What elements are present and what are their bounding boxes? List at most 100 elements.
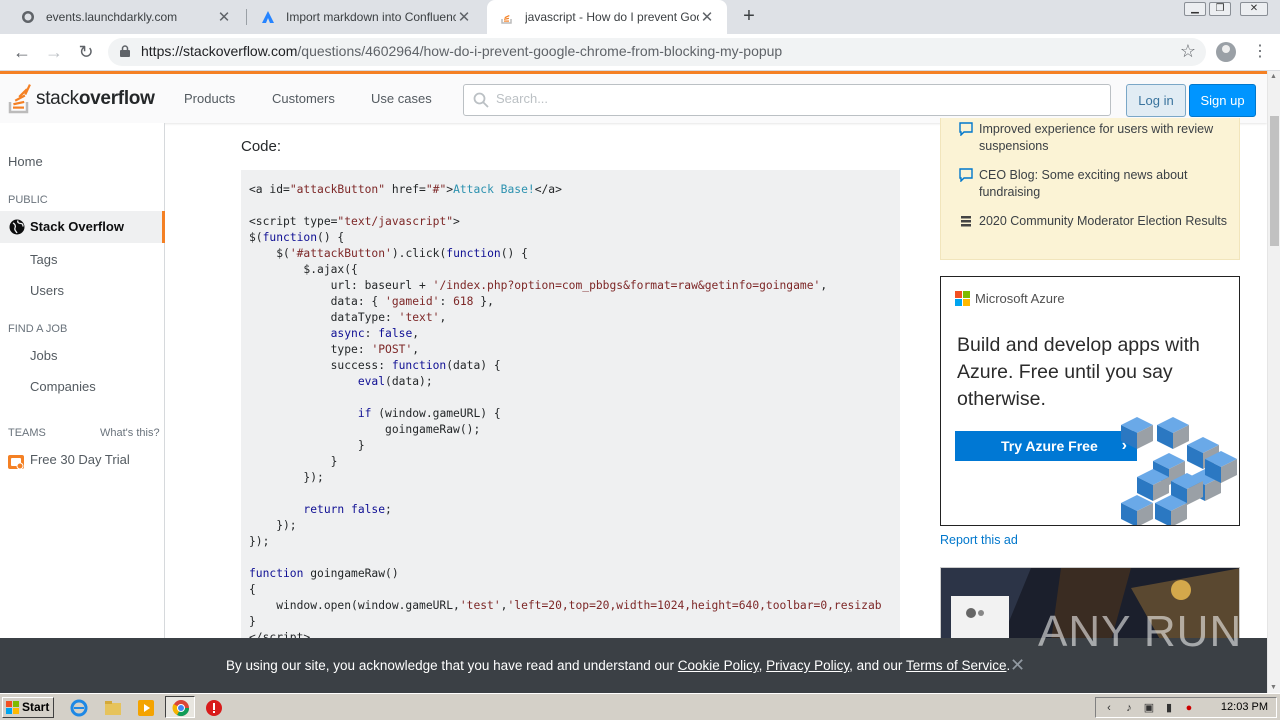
close-tab-icon[interactable]: ✕ <box>216 8 232 26</box>
url-text: https://stackoverflow.com/questions/4602… <box>141 43 782 59</box>
nav-use-cases[interactable]: Use cases <box>371 91 432 106</box>
browser-tab-launchdarkly[interactable]: events.launchdarkly.com ✕ <box>8 0 244 34</box>
media-player-icon[interactable] <box>137 699 155 717</box>
browser-tab-stackoverflow[interactable]: javascript - How do I prevent Googl ✕ <box>487 0 727 34</box>
so-logo[interactable]: stackoverflow <box>8 82 155 116</box>
nav-products[interactable]: Products <box>184 91 235 106</box>
search-icon <box>473 92 489 108</box>
nav-section-teams: TEAMS <box>8 427 46 439</box>
azure-brand: Microsoft Azure <box>955 291 1065 306</box>
tab-separator <box>246 9 247 25</box>
code-snippet: <a id="attackButton" href="#">Attack Bas… <box>249 183 882 640</box>
tab-title: Import markdown into Confluence <box>286 10 456 24</box>
ad-headline: Build and develop apps with Azure. Free … <box>957 334 1200 410</box>
nav-companies[interactable]: Companies <box>30 379 96 394</box>
blog-item-text: 2020 Community Moderator Election Result… <box>979 214 1228 228</box>
nav-section-find-job: FIND A JOB <box>8 323 68 335</box>
code-label: Code: <box>241 138 282 155</box>
minimize-button[interactable]: ▁ <box>1184 2 1206 16</box>
search-box <box>463 84 1111 116</box>
forward-button[interactable]: → <box>42 40 66 64</box>
internet-explorer-icon[interactable] <box>70 699 88 717</box>
scroll-thumb[interactable] <box>1270 116 1279 246</box>
terms-link[interactable]: Terms of Service <box>906 658 1007 673</box>
lock-icon <box>120 45 130 57</box>
windows-taskbar: Start ‹ ♪ ▣ ▮ ● 12:03 PM <box>0 693 1280 720</box>
signup-button[interactable]: Sign up <box>1189 84 1256 117</box>
scroll-down-icon[interactable]: ▼ <box>1270 684 1277 691</box>
tab-title: events.launchdarkly.com <box>46 10 178 24</box>
search-input[interactable] <box>496 91 1096 106</box>
system-tray: ‹ ♪ ▣ ▮ ● 12:03 PM <box>1095 697 1277 718</box>
speech-bubble-icon <box>959 168 973 182</box>
windows-flag-icon <box>6 701 19 714</box>
page-scrollbar[interactable]: ▲ ▼ <box>1267 71 1280 693</box>
blog-item-text: Improved experience for users with revie… <box>979 122 1214 153</box>
url-path: /questions/4602964/how-do-i-prevent-goog… <box>297 43 783 59</box>
bookmark-star-icon[interactable]: ☆ <box>1180 41 1196 62</box>
taskbar-clock[interactable]: 12:03 PM <box>1221 701 1268 713</box>
nav-customers[interactable]: Customers <box>272 91 335 106</box>
taskbar-chrome-button[interactable] <box>165 696 195 718</box>
left-sidebar: Home PUBLIC Stack Overflow Tags Users FI… <box>0 123 165 638</box>
cookie-policy-link[interactable]: Cookie Policy <box>678 658 759 673</box>
close-tab-icon[interactable]: ✕ <box>456 8 472 26</box>
stop-icon[interactable] <box>205 699 223 717</box>
blog-item-text: CEO Blog: Some exciting news about fundr… <box>979 168 1188 199</box>
reload-button[interactable]: ↻ <box>74 40 98 64</box>
browser-toolbar: ← → ↻ https://stackoverflow.com/question… <box>0 34 1280 71</box>
nav-free-trial[interactable]: Free 30 Day Trial <box>30 452 130 467</box>
browser-tab-strip: events.launchdarkly.com ✕ Import markdow… <box>0 0 1280 34</box>
globe-icon <box>20 9 36 25</box>
atlassian-icon <box>260 9 276 25</box>
anyrun-watermark: ANY RUN <box>1038 607 1243 656</box>
microsoft-logo-icon <box>955 291 970 306</box>
cubes-illustration <box>1121 417 1237 525</box>
address-bar[interactable]: https://stackoverflow.com/questions/4602… <box>108 38 1206 66</box>
so-wordmark: stackoverflow <box>36 88 155 109</box>
try-azure-label: Try Azure Free <box>1001 438 1098 454</box>
browser-menu-icon[interactable]: ⋮ <box>1250 42 1270 62</box>
browser-tab-confluence[interactable]: Import markdown into Confluence ✕ <box>248 0 484 34</box>
nav-section-public: PUBLIC <box>8 194 48 206</box>
nav-tags[interactable]: Tags <box>30 252 57 267</box>
nav-jobs[interactable]: Jobs <box>30 348 57 363</box>
restore-button[interactable]: ❐ <box>1209 2 1231 16</box>
featured-blog-box: Improved experience for users with revie… <box>940 118 1240 260</box>
nav-users[interactable]: Users <box>30 283 64 298</box>
start-button[interactable]: Start <box>2 697 54 718</box>
so-logo-icon <box>8 84 31 114</box>
nav-home[interactable]: Home <box>8 154 43 169</box>
cookie-message: By using our site, you acknowledge that … <box>226 658 1011 673</box>
close-tab-icon[interactable]: ✕ <box>699 8 715 26</box>
new-tab-button[interactable]: + <box>738 5 760 29</box>
tray-alert-icon[interactable]: ● <box>1182 701 1196 715</box>
profile-avatar[interactable] <box>1216 42 1236 62</box>
stack-exchange-icon <box>961 216 971 227</box>
tab-title: javascript - How do I prevent Googl <box>525 10 699 24</box>
azure-brand-label: Microsoft Azure <box>975 291 1065 306</box>
speech-bubble-icon <box>959 122 973 136</box>
url-host: https://stackoverflow.com <box>141 43 298 59</box>
folder-icon[interactable] <box>104 699 122 717</box>
scroll-up-icon[interactable]: ▲ <box>1270 73 1277 80</box>
nav-stack-overflow[interactable]: Stack Overflow <box>0 211 165 243</box>
whats-this-link[interactable]: What's this? <box>100 427 160 439</box>
tray-expand-icon[interactable]: ‹ <box>1102 701 1116 715</box>
code-block: <a id="attackButton" href="#">Attack Bas… <box>241 170 900 640</box>
report-ad-link[interactable]: Report this ad <box>940 533 1018 547</box>
briefcase-icon <box>8 453 24 470</box>
close-icon[interactable]: ✕ <box>1010 655 1025 676</box>
tray-network-icon[interactable]: ▣ <box>1142 701 1156 715</box>
azure-ad[interactable]: Microsoft Azure Build and develop apps w… <box>940 276 1240 526</box>
nav-stack-overflow-label: Stack Overflow <box>30 219 124 234</box>
chrome-icon <box>172 700 190 717</box>
try-azure-button[interactable]: Try Azure Free › <box>955 431 1137 461</box>
start-label: Start <box>22 700 50 714</box>
back-button[interactable]: ← <box>10 40 34 64</box>
privacy-policy-link[interactable]: Privacy Policy <box>766 658 849 673</box>
tray-battery-icon[interactable]: ▮ <box>1162 701 1176 715</box>
login-button[interactable]: Log in <box>1126 84 1186 117</box>
close-window-button[interactable]: ✕ <box>1240 2 1268 16</box>
tray-sound-icon[interactable]: ♪ <box>1122 701 1136 715</box>
